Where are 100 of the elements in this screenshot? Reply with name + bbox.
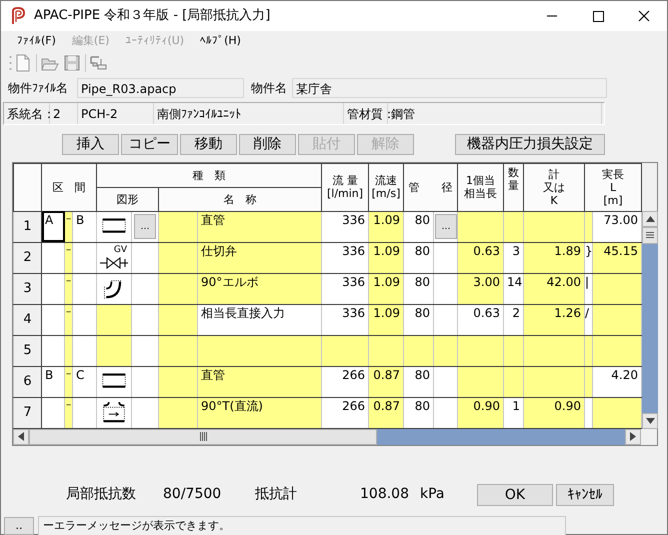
table-cell: 0.63 bbox=[458, 304, 504, 335]
table-cell: 相当長直接入力 bbox=[198, 304, 322, 335]
row-number: 1 bbox=[14, 211, 42, 242]
valve-icon bbox=[99, 256, 130, 269]
browse-button[interactable]: … bbox=[134, 214, 156, 239]
table-cell: 0.90 bbox=[458, 397, 504, 428]
action-button[interactable]: 挿入 bbox=[62, 134, 119, 154]
table-cell: 直管 bbox=[198, 366, 322, 397]
table-cell bbox=[132, 335, 159, 366]
equipment-settings-button[interactable]: 機器内圧力損失設定 bbox=[455, 134, 605, 154]
table-cell: 80 bbox=[404, 242, 434, 273]
status-button[interactable]: .. bbox=[4, 516, 34, 534]
browse-button[interactable]: … bbox=[435, 214, 457, 239]
right-arrow-icon bbox=[630, 432, 636, 441]
horizontal-scrollbar[interactable] bbox=[13, 428, 641, 444]
row-number: 4 bbox=[14, 304, 42, 335]
column-header: 管 径 bbox=[404, 163, 458, 211]
field-label: 系統名： bbox=[4, 102, 50, 124]
table-cell bbox=[434, 335, 458, 366]
table-cell bbox=[322, 335, 369, 366]
table-cell bbox=[368, 335, 404, 366]
vertical-scrollbar[interactable] bbox=[642, 210, 658, 428]
action-button[interactable]: 移動 bbox=[180, 134, 237, 154]
scroll-right-button[interactable] bbox=[625, 428, 641, 444]
tee-icon bbox=[101, 402, 128, 423]
scroll-down-button[interactable] bbox=[642, 412, 658, 428]
table-cell: 直管 bbox=[198, 211, 322, 242]
table-cell: 80 bbox=[404, 304, 434, 335]
column-header: [l/min] bbox=[326, 187, 364, 200]
table-cell: 80 bbox=[404, 397, 434, 428]
field-label: 物件名 bbox=[250, 80, 288, 96]
table-cell: 90°エルボ bbox=[198, 273, 322, 304]
scroll-left-button[interactable] bbox=[13, 428, 29, 444]
table-cell: 1.09 bbox=[368, 273, 404, 304]
table-cell bbox=[504, 335, 524, 366]
table-cell: 266 bbox=[322, 397, 369, 428]
table-cell bbox=[158, 304, 198, 335]
column-header: 計 bbox=[548, 168, 561, 180]
table-cell bbox=[504, 366, 524, 397]
column-header: 流速 bbox=[374, 174, 398, 187]
table-cell: 1.09 bbox=[368, 304, 404, 335]
cancel-button[interactable]: ｷｬﾝｾﾙ bbox=[556, 484, 614, 506]
table-cell bbox=[434, 397, 458, 428]
table-cell bbox=[592, 273, 642, 304]
down-arrow-icon bbox=[646, 418, 655, 424]
system-code-field: PCH-2 bbox=[78, 102, 154, 124]
table-cell: 0.87 bbox=[368, 397, 404, 428]
column-header: 種 類 bbox=[96, 163, 322, 187]
column-header: 名 称 bbox=[158, 187, 322, 211]
table-cell bbox=[524, 366, 585, 397]
system-number-field: 2 bbox=[50, 102, 78, 124]
scrollbar-thumb[interactable] bbox=[29, 428, 377, 444]
table-cell bbox=[592, 304, 642, 335]
table-cell bbox=[458, 366, 504, 397]
column-header: 1個当 bbox=[465, 174, 496, 187]
row-number: 2 bbox=[14, 242, 42, 273]
column-header: 実長 bbox=[601, 168, 626, 180]
resistance-value: 108.08 bbox=[360, 485, 409, 504]
save-icon bbox=[62, 52, 82, 72]
table-cell bbox=[434, 273, 458, 304]
table-cell: 1.09 bbox=[368, 211, 404, 242]
header-cell bbox=[14, 163, 42, 211]
table-cell: 80 bbox=[404, 273, 434, 304]
column-header: 量 bbox=[507, 178, 520, 192]
row-number: 7 bbox=[14, 397, 42, 428]
unit-label: kPa bbox=[420, 485, 444, 504]
table-cell bbox=[158, 273, 198, 304]
scrollbar-thumb[interactable] bbox=[642, 226, 658, 244]
left-arrow-icon bbox=[18, 432, 24, 441]
column-header: [m/s] bbox=[370, 187, 402, 200]
table-cell bbox=[72, 304, 97, 335]
summary-label: 局部抵抗数 bbox=[66, 485, 136, 504]
ok-button[interactable]: OK bbox=[477, 484, 553, 506]
table-cell bbox=[158, 242, 198, 273]
table-cell: 1.09 bbox=[368, 242, 404, 273]
count-value: 80/7500 bbox=[163, 485, 222, 504]
row-number: 5 bbox=[14, 335, 42, 366]
column-header: 相当長 bbox=[463, 187, 498, 200]
table-cell: B bbox=[42, 366, 64, 397]
table-cell bbox=[404, 335, 434, 366]
summary-label: 抵抗計 bbox=[255, 485, 297, 504]
table-cell: 80 bbox=[404, 211, 434, 242]
grip-icon bbox=[646, 232, 654, 238]
row-number: 3 bbox=[14, 273, 42, 304]
column-header: 区 間 bbox=[42, 163, 97, 211]
action-button[interactable]: コピー bbox=[121, 134, 178, 154]
valve-label: GV bbox=[112, 246, 128, 255]
column-header: 流 量 bbox=[331, 174, 359, 187]
table-cell: 336 bbox=[322, 304, 369, 335]
column-header: K bbox=[549, 194, 559, 206]
action-button[interactable]: 削除 bbox=[239, 134, 296, 154]
table-cell bbox=[592, 397, 642, 428]
table-cell: 336 bbox=[322, 242, 369, 273]
menu-item[interactable]: ﾌｧｲﾙ(F) bbox=[9, 31, 64, 52]
table-cell: C bbox=[72, 366, 97, 397]
scroll-up-button[interactable] bbox=[642, 210, 658, 226]
toolbar-grip-icon bbox=[9, 54, 12, 72]
window-title: APAC-PIPE 令和３年版 - [局部抵抗入力] bbox=[34, 7, 270, 26]
menu-item[interactable]: ﾍﾙﾌﾟ(H) bbox=[192, 31, 249, 52]
column-header: [m] bbox=[602, 194, 624, 206]
